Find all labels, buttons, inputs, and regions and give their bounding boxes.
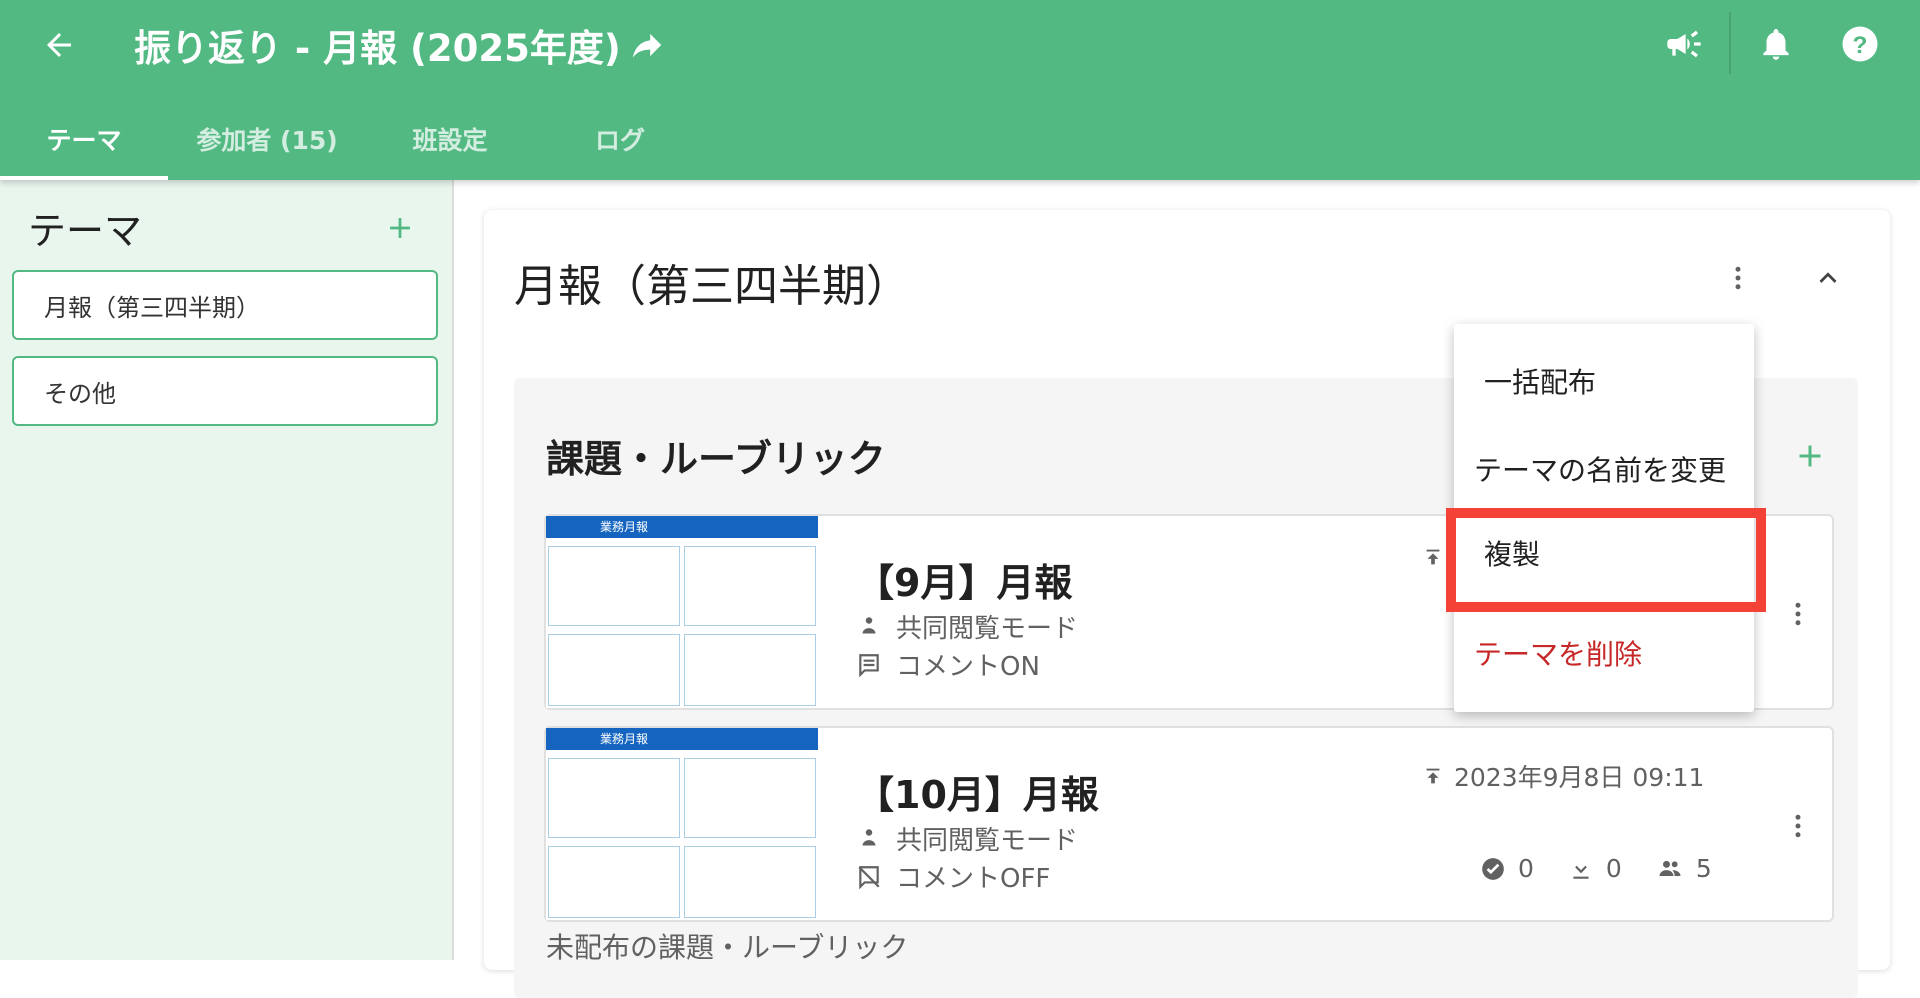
sidebar-heading: テーマ	[28, 209, 143, 253]
add-theme-button[interactable]	[376, 204, 424, 252]
sidebar-item-other[interactable]: その他	[12, 356, 438, 426]
comment-label: コメントON	[896, 652, 1040, 682]
menu-item-delete-theme[interactable]: テーマを削除	[1454, 608, 1754, 698]
comment-label: コメントOFF	[896, 864, 1051, 894]
task-comment: コメントOFF	[856, 858, 1050, 895]
megaphone-icon[interactable]	[1658, 18, 1710, 70]
sidebar-item-monthly-q3[interactable]: 月報（第三四半期）	[12, 270, 438, 340]
task-thumbnail: 業務月報	[546, 728, 818, 920]
people-icon	[862, 616, 876, 633]
task-date: 2023年9月8日 09:11	[1422, 758, 1704, 794]
add-task-button[interactable]	[1786, 432, 1834, 480]
download-icon	[1573, 858, 1589, 879]
app-bar: 振り返り - 月報 (2025年度) ? テーマ 参加者 (15) 班設定 ログ	[0, 0, 1920, 180]
publish-icon	[1426, 768, 1440, 784]
comment-icon	[859, 653, 879, 677]
verified-icon	[1482, 857, 1504, 880]
sidebar-item-label: その他	[44, 379, 116, 408]
bell-icon[interactable]	[1750, 18, 1802, 70]
menu-item-duplicate[interactable]: 複製	[1454, 508, 1754, 598]
task-thumbnail: 業務月報	[546, 516, 818, 708]
chevron-up-icon[interactable]	[1806, 256, 1850, 300]
task-card[interactable]: 業務月報 【10月】月報 共同閲覧モード コメントOFF 2023年9月8日 0…	[544, 726, 1834, 922]
plus-icon	[1799, 445, 1821, 467]
task-stats: 0 0 5	[1480, 854, 1712, 883]
tab-participants[interactable]: 参加者 (15)	[178, 98, 356, 180]
undistributed-section-label: 未配布の課題・ルーブリック	[546, 931, 909, 964]
page-title: 振り返り - 月報 (2025年度)	[134, 27, 621, 70]
people-icon	[862, 828, 876, 845]
card-title: 月報（第三四半期）	[514, 261, 910, 312]
task-date	[1422, 546, 1444, 568]
approved-count: 0	[1518, 854, 1534, 883]
task-mode: 共同閲覧モード	[856, 820, 1078, 857]
plus-icon	[390, 218, 410, 238]
member-count: 5	[1695, 854, 1712, 883]
comment-off-icon	[858, 865, 880, 889]
section-title: 課題・ルーブリック	[546, 437, 886, 481]
mode-label: 共同閲覧モード	[896, 614, 1079, 644]
toolbar-divider	[1729, 12, 1731, 74]
help-icon[interactable]: ?	[1834, 18, 1886, 70]
task-name: 【9月】月報	[856, 561, 1073, 605]
share-arrow-icon[interactable]	[622, 20, 672, 70]
tab-log[interactable]: ログ	[560, 98, 680, 180]
menu-item-rename-theme[interactable]: テーマの名前を変更	[1454, 424, 1754, 514]
download-count: 0	[1605, 854, 1622, 883]
publish-icon	[1426, 549, 1440, 565]
menu-item-bulk-distribute[interactable]: 一括配布	[1454, 336, 1754, 426]
tab-group-settings[interactable]: 班設定	[390, 98, 510, 180]
mode-label: 共同閲覧モード	[896, 826, 1079, 856]
task-comment: コメントON	[856, 646, 1040, 683]
task-mode: 共同閲覧モード	[856, 608, 1078, 645]
task-date-text: 2023年9月8日 09:11	[1454, 763, 1705, 792]
task-more-vert-icon[interactable]	[1776, 592, 1820, 636]
task-more-vert-icon[interactable]	[1776, 804, 1820, 848]
tab-theme[interactable]: テーマ	[0, 98, 168, 180]
back-arrow-icon[interactable]	[34, 20, 84, 70]
thumbnail-title: 業務月報	[546, 516, 818, 538]
group-icon	[1659, 860, 1681, 876]
theme-sidebar: テーマ 月報（第三四半期） その他	[0, 180, 454, 960]
sidebar-item-label: 月報（第三四半期）	[44, 293, 260, 322]
svg-text:?: ?	[1853, 32, 1868, 59]
thumbnail-title: 業務月報	[546, 728, 818, 750]
tab-bar: テーマ 参加者 (15) 班設定 ログ	[0, 98, 1920, 180]
theme-context-menu: 一括配布 テーマの名前を変更 複製 テーマを削除	[1454, 324, 1754, 712]
task-name: 【10月】月報	[856, 773, 1099, 817]
more-vert-icon[interactable]	[1716, 256, 1760, 300]
